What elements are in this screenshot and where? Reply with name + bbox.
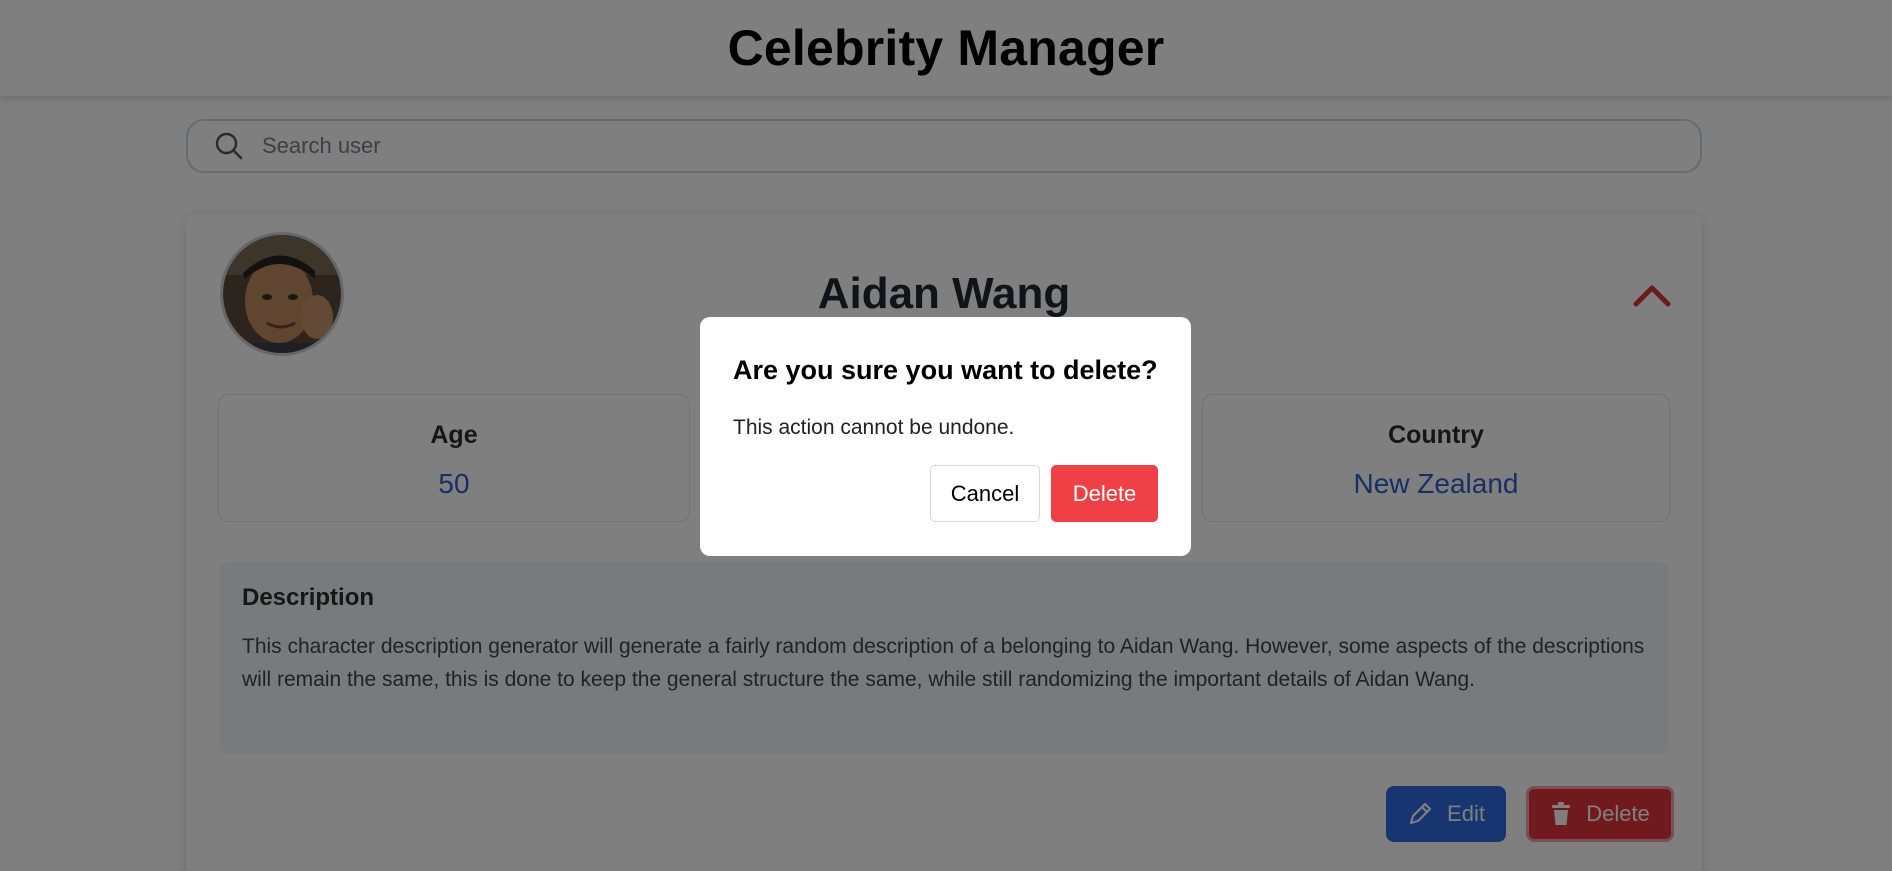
- dialog-message: This action cannot be undone.: [733, 416, 1015, 439]
- cancel-button[interactable]: Cancel: [930, 465, 1040, 522]
- confirm-delete-button[interactable]: Delete: [1051, 465, 1158, 522]
- page: Celebrity Manager Aidan Wang: [0, 0, 1892, 871]
- delete-confirm-dialog: Are you sure you want to delete? This ac…: [700, 317, 1191, 556]
- dialog-title: Are you sure you want to delete?: [733, 355, 1158, 385]
